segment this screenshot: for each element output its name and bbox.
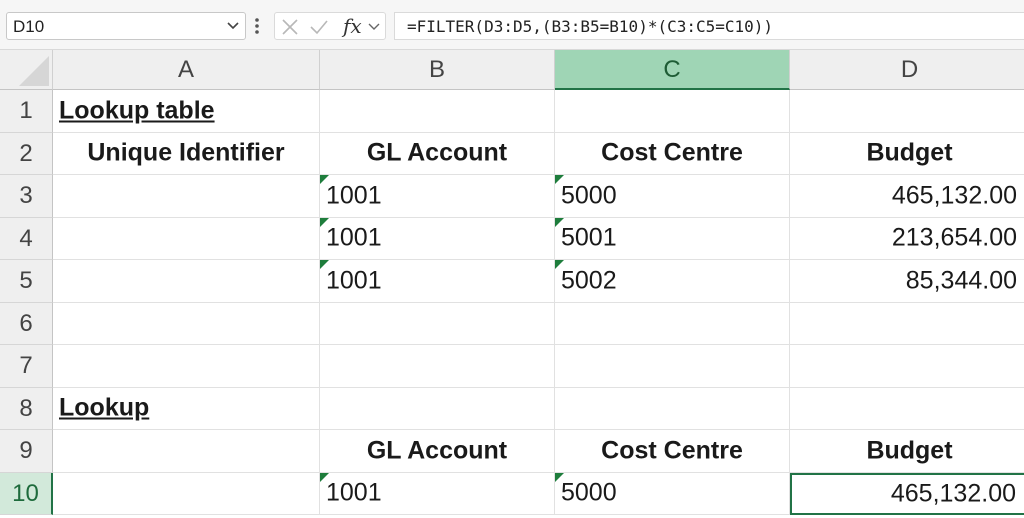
cell-c10[interactable]: 5000 [555, 472, 790, 515]
cell-a8[interactable]: Lookup [53, 387, 320, 430]
cell-c2[interactable]: Cost Centre [555, 132, 790, 175]
name-box[interactable]: D10 [6, 12, 246, 40]
cell-c3[interactable]: 5000 [555, 175, 790, 218]
row-header-9[interactable]: 9 [0, 430, 53, 473]
cell-d8[interactable] [790, 388, 1024, 430]
row-header-4[interactable]: 4 [0, 217, 53, 260]
cell-c4[interactable]: 5001 [555, 217, 790, 260]
cell-d3[interactable]: 465,132.00 [790, 175, 1024, 218]
formula-input[interactable]: =FILTER(D3:D5,(B3:B5=B10)*(C3:C5=C10)) [394, 12, 1024, 40]
formula-controls: fx [274, 12, 386, 40]
row-header-8[interactable]: 8 [0, 387, 53, 430]
cell-b1[interactable] [320, 90, 555, 133]
cell-value: 5001 [561, 223, 617, 252]
cell-value: Unique Identifier [87, 138, 285, 167]
x-icon[interactable] [281, 18, 299, 36]
cell-value: Budget [866, 436, 953, 465]
check-icon[interactable] [309, 18, 329, 36]
cell-c5[interactable]: 5002 [555, 260, 790, 303]
cell-d4[interactable]: 213,654.00 [790, 218, 1024, 260]
cell-c7[interactable] [555, 345, 790, 388]
cell-a2[interactable]: Unique Identifier [53, 132, 320, 175]
cell-value: Cost Centre [601, 436, 743, 465]
cell-value: Cost Centre [601, 138, 743, 167]
formula-text: =FILTER(D3:D5,(B3:B5=B10)*(C3:C5=C10)) [407, 17, 774, 36]
cell-b9[interactable]: GL Account [320, 430, 555, 473]
cell-a3[interactable] [53, 175, 320, 218]
cell-a4[interactable] [53, 217, 320, 260]
cell-d1[interactable] [790, 90, 1024, 133]
cell-value: 1001 [326, 478, 382, 507]
cell-a1[interactable]: Lookup table [53, 90, 320, 133]
cell-a9[interactable] [53, 430, 320, 473]
cell-b7[interactable] [320, 345, 555, 388]
cell-d6[interactable] [790, 303, 1024, 345]
select-all-corner[interactable] [0, 50, 53, 90]
cell-value: Lookup table [59, 96, 215, 125]
cell-a7[interactable] [53, 345, 320, 388]
formula-bar: D10 fx =FILTER(D3:D5,(B3:B5=B10)*(C3:C5=… [0, 0, 1024, 50]
cell-value: 5000 [561, 478, 617, 507]
cell-d9[interactable]: Budget [790, 430, 1024, 473]
excel-window: D10 fx =FILTER(D3:D5,(B3:B5=B10)*(C3:C5=… [0, 0, 1024, 518]
cell-value: GL Account [366, 436, 508, 465]
row-header-5[interactable]: 5 [0, 260, 53, 303]
spreadsheet-grid: A B C D 1 2 3 4 5 6 7 8 9 10 Lookup table Unique Identi… [0, 50, 1024, 518]
cell-b5[interactable]: 1001 [320, 260, 555, 303]
cell-b6[interactable] [320, 302, 555, 345]
column-header-b[interactable]: B [320, 50, 555, 90]
cell-a10[interactable] [53, 472, 320, 515]
cell-value: 465,132.00 [891, 181, 1017, 210]
insert-function-button[interactable]: fx [343, 14, 362, 38]
cell-d7[interactable] [790, 345, 1024, 388]
column-header-a[interactable]: A [53, 50, 320, 90]
cell-value: 465,132.00 [890, 479, 1016, 508]
cell-value: 1001 [326, 223, 382, 252]
chevron-down-icon[interactable] [225, 17, 241, 35]
cell-b10[interactable]: 1001 [320, 472, 555, 515]
cell-d2[interactable]: Budget [790, 133, 1024, 175]
cell-value: Budget [866, 138, 953, 167]
cell-value: 5000 [561, 181, 617, 210]
column-header-d[interactable]: D [790, 50, 1024, 90]
row-header-7[interactable]: 7 [0, 345, 53, 388]
name-box-value: D10 [13, 17, 45, 36]
chevron-down-icon[interactable] [367, 19, 381, 35]
cell-b4[interactable]: 1001 [320, 217, 555, 260]
row-header-6[interactable]: 6 [0, 302, 53, 345]
cell-value: GL Account [366, 138, 508, 167]
cell-b2[interactable]: GL Account [320, 132, 555, 175]
cell-a5[interactable] [53, 260, 320, 303]
cell-c8[interactable] [555, 387, 790, 430]
row-header-3[interactable]: 3 [0, 175, 53, 218]
cell-b8[interactable] [320, 387, 555, 430]
cell-value: 1001 [326, 181, 382, 210]
row-header-10[interactable]: 10 [0, 472, 53, 515]
more-options-icon[interactable] [252, 16, 262, 36]
cell-a6[interactable] [53, 302, 320, 345]
row-header-1[interactable]: 1 [0, 90, 53, 133]
cell-d10[interactable]: 465,132.00 [790, 472, 1024, 515]
cell-value: 5002 [561, 266, 617, 295]
cell-c9[interactable]: Cost Centre [555, 430, 790, 473]
cell-d5[interactable]: 85,344.00 [790, 260, 1024, 303]
cell-value: 213,654.00 [891, 223, 1017, 252]
column-header-c[interactable]: C [555, 50, 790, 90]
cell-b3[interactable]: 1001 [320, 175, 555, 218]
cell-value: 1001 [326, 266, 382, 295]
cell-c1[interactable] [555, 90, 790, 133]
cell-value: Lookup [59, 393, 150, 422]
cell-c6[interactable] [555, 302, 790, 345]
cell-value: 85,344.00 [905, 266, 1017, 295]
row-header-2[interactable]: 2 [0, 132, 53, 175]
